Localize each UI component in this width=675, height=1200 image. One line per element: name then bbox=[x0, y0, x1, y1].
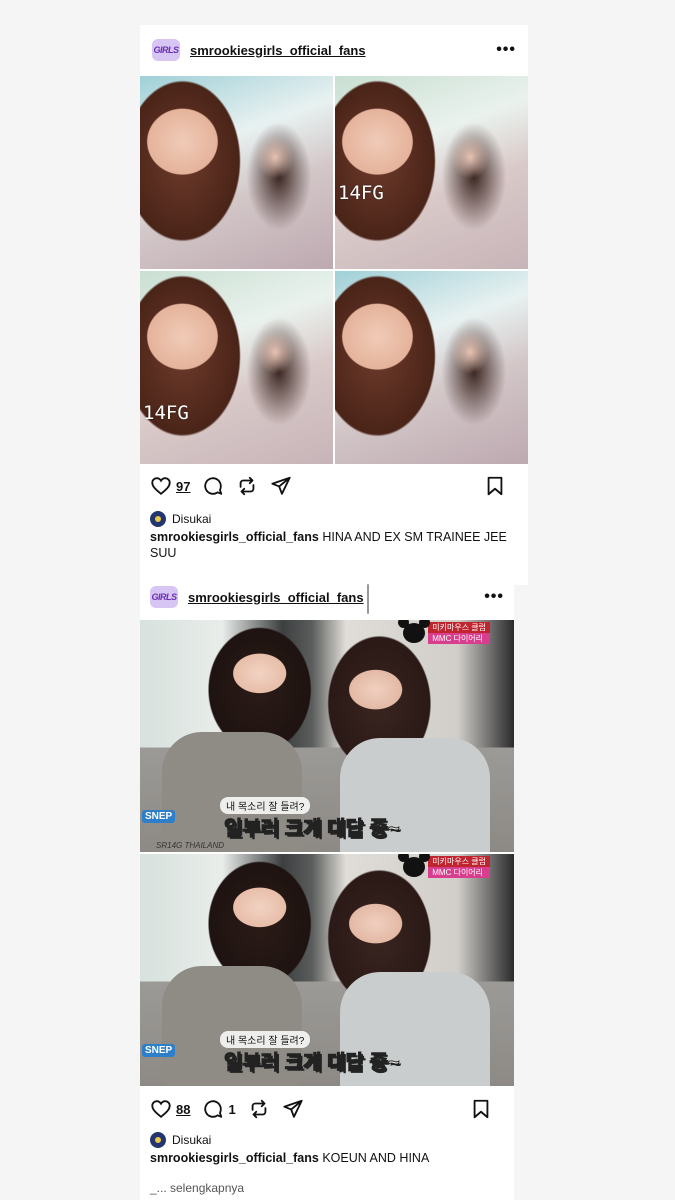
repost-icon bbox=[240, 476, 255, 496]
subtitle-part: 일부러 bbox=[224, 818, 285, 841]
repost-icon bbox=[251, 1099, 267, 1119]
share-icon bbox=[283, 1099, 303, 1118]
post-1: GIRLS smrookiesgirls_official_fans ••• 1… bbox=[140, 25, 528, 585]
avatar[interactable]: GIRLS bbox=[150, 586, 178, 608]
caption-text: KOEUN AND HINA bbox=[322, 1151, 430, 1165]
avatar[interactable]: GIRLS bbox=[152, 39, 180, 61]
channel-logo: SNEP bbox=[142, 810, 176, 823]
tv-logo-line1: 미키마우스 클럽 bbox=[428, 622, 490, 633]
liker-avatar bbox=[150, 1132, 166, 1148]
bookmark-button[interactable] bbox=[470, 1098, 492, 1120]
like-button[interactable]: 97 bbox=[150, 475, 190, 497]
frame-tag: SR14G THAILAND bbox=[156, 841, 225, 850]
like-count[interactable]: 88 bbox=[176, 1102, 190, 1117]
channel-logo: SNEP bbox=[142, 1044, 176, 1057]
photo-watermark: 14FG bbox=[338, 182, 384, 205]
comment-icon bbox=[204, 1100, 223, 1118]
photo-watermark: 14FG bbox=[143, 402, 189, 425]
share-button[interactable] bbox=[282, 1098, 304, 1120]
username-link[interactable]: smrookiesgirls_official_fans bbox=[190, 43, 496, 58]
action-bar: 88 1 bbox=[140, 1095, 514, 1123]
liked-by-label: Disukai bbox=[172, 1133, 212, 1147]
comment-count[interactable]: 1 bbox=[228, 1102, 235, 1117]
bookmark-button[interactable] bbox=[484, 475, 506, 497]
more-icon[interactable]: ••• bbox=[484, 588, 504, 606]
liked-by[interactable]: Disukai bbox=[150, 1131, 211, 1149]
heart-icon bbox=[151, 477, 171, 495]
video-frame[interactable]: 미키마우스 클럽 MMC 다이어리 SNEP 내 목소리 잘 들려? 일부러 크… bbox=[140, 620, 514, 852]
subtitle-part: 대답 중~ bbox=[321, 818, 400, 841]
heart-icon bbox=[151, 1100, 171, 1118]
photo-tile: 14FG bbox=[140, 271, 333, 464]
subtitle-part: 일부러 bbox=[224, 1052, 285, 1075]
photo-tile bbox=[335, 271, 528, 464]
photo-grid[interactable]: 14FG 14FG bbox=[140, 76, 528, 464]
subtitle-big: 일부러 크게 대답 중~ bbox=[224, 1046, 401, 1075]
subtitle-part: 대답 중~ bbox=[321, 1052, 400, 1075]
bookmark-icon bbox=[487, 476, 503, 496]
liker-avatar bbox=[150, 511, 166, 527]
bookmark-icon bbox=[473, 1099, 489, 1119]
tv-logo-line2: MMC 다이어리 bbox=[428, 633, 490, 644]
like-count[interactable]: 97 bbox=[176, 479, 190, 494]
tv-logo-line2: MMC 다이어리 bbox=[428, 867, 490, 878]
photo-tile: 14FG bbox=[335, 76, 528, 269]
caption-username[interactable]: smrookiesgirls_official_fans bbox=[150, 530, 319, 544]
like-button[interactable]: 88 bbox=[150, 1098, 190, 1120]
caption-more[interactable]: _... selengkapnya bbox=[150, 1181, 244, 1195]
share-icon bbox=[271, 476, 292, 495]
share-button[interactable] bbox=[270, 475, 292, 497]
comment-button[interactable]: 1 bbox=[202, 1098, 236, 1120]
repost-button[interactable] bbox=[248, 1098, 270, 1120]
comment-button[interactable] bbox=[202, 475, 224, 497]
post-header: GIRLS smrookiesgirls_official_fans ••• bbox=[140, 25, 528, 75]
scrollbar[interactable] bbox=[367, 584, 369, 614]
subtitle-highlight: 크게 bbox=[284, 818, 322, 841]
username-link[interactable]: smrookiesgirls_official_fans bbox=[188, 590, 484, 605]
caption: smrookiesgirls_official_fans KOEUN AND H… bbox=[150, 1150, 504, 1166]
caption-username[interactable]: smrookiesgirls_official_fans bbox=[150, 1151, 319, 1165]
video-frame[interactable]: 미키마우스 클럽 MMC 다이어리 SNEP 내 목소리 잘 들려? 일부러 크… bbox=[140, 854, 514, 1086]
liked-by-label: Disukai bbox=[172, 512, 212, 526]
action-bar: 97 bbox=[140, 472, 528, 500]
tv-logo: 미키마우스 클럽 MMC 다이어리 bbox=[398, 854, 490, 878]
tv-logo: 미키마우스 클럽 MMC 다이어리 bbox=[398, 620, 490, 644]
liked-by[interactable]: Disukai bbox=[150, 510, 211, 528]
caption: smrookiesgirls_official_fans HINA AND EX… bbox=[150, 529, 518, 561]
comment-icon bbox=[204, 477, 223, 495]
mouse-logo-icon bbox=[398, 854, 431, 877]
tv-logo-line1: 미키마우스 클럽 bbox=[428, 856, 490, 867]
mouse-logo-icon bbox=[398, 620, 431, 643]
avatar-logo-text: GIRLS bbox=[151, 592, 177, 602]
photo-tile bbox=[140, 76, 333, 269]
avatar-logo-text: GIRLS bbox=[153, 45, 179, 55]
subtitle-highlight: 크게 bbox=[284, 1052, 322, 1075]
post-header: GIRLS smrookiesgirls_official_fans ••• bbox=[140, 575, 514, 619]
more-icon[interactable]: ••• bbox=[496, 41, 516, 59]
repost-button[interactable] bbox=[236, 475, 258, 497]
post-2: GIRLS smrookiesgirls_official_fans ••• 미… bbox=[140, 575, 514, 1200]
subtitle-big: 일부러 크게 대답 중~ bbox=[224, 812, 401, 841]
